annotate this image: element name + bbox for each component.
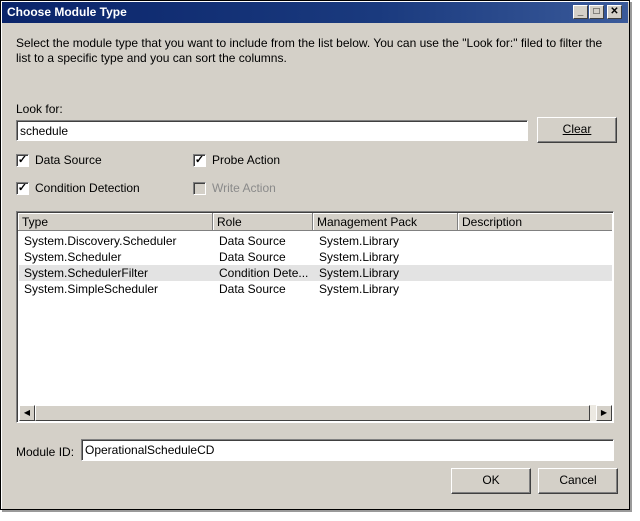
look-for-input[interactable]: schedule (16, 120, 528, 141)
cell-management-pack: System.Library (319, 250, 400, 264)
module-id-input[interactable]: OperationalScheduleCD (81, 439, 614, 461)
checkmark-icon: ✓ (193, 154, 206, 167)
arrow-left-icon: ◀ (23, 408, 31, 417)
cell-management-pack: System.Library (319, 266, 400, 280)
title-bar[interactable]: Choose Module Type _ □ ✕ (2, 2, 628, 23)
column-header-role[interactable]: Role (213, 213, 313, 231)
cell-type: System.Scheduler (24, 250, 122, 264)
cancel-button-label: Cancel (559, 473, 597, 487)
module-type-list[interactable]: Type Role Management Pack Description Sy… (16, 211, 614, 423)
column-header-management-pack[interactable]: Management Pack (313, 213, 458, 231)
checkmark-icon: ✓ (16, 154, 29, 167)
close-button[interactable]: ✕ (607, 5, 622, 19)
minimize-icon: _ (577, 6, 584, 17)
column-header-description[interactable]: Description (458, 213, 612, 231)
arrow-right-icon: ▶ (600, 408, 608, 417)
horizontal-scrollbar[interactable]: ◀ ▶ (19, 405, 612, 421)
cancel-button[interactable]: Cancel (538, 468, 618, 494)
minimize-button[interactable]: _ (573, 5, 588, 19)
cell-type: System.SchedulerFilter (24, 266, 149, 280)
maximize-button[interactable]: □ (589, 5, 604, 19)
instructions-text: Select the module type that you want to … (16, 36, 603, 65)
cell-management-pack: System.Library (319, 234, 400, 248)
ok-button-label: OK (482, 473, 500, 487)
unchecked-box-icon (193, 182, 206, 195)
cell-type: System.Discovery.Scheduler (24, 234, 177, 248)
condition-detection-label: Condition Detection (35, 181, 140, 195)
module-id-label: Module ID: (16, 445, 75, 459)
scroll-left-button[interactable]: ◀ (19, 405, 35, 421)
window-title: Choose Module Type (7, 5, 127, 19)
maximize-icon: □ (593, 6, 600, 17)
data-source-label: Data Source (35, 153, 102, 167)
close-icon: ✕ (610, 6, 619, 17)
cell-role: Data Source (219, 234, 286, 248)
cell-management-pack: System.Library (319, 282, 400, 296)
table-row[interactable]: System.Discovery.Scheduler Data Source S… (19, 233, 612, 249)
write-action-label: Write Action (212, 181, 276, 195)
probe-action-label: Probe Action (212, 153, 281, 167)
look-for-label: Look for: (16, 102, 63, 116)
cell-role: Data Source (219, 282, 286, 296)
table-row[interactable]: System.Scheduler Data Source System.Libr… (19, 249, 612, 265)
scroll-right-button[interactable]: ▶ (596, 405, 612, 421)
cell-role: Data Source (219, 250, 286, 264)
cell-type: System.SimpleScheduler (24, 282, 159, 296)
table-row-selected[interactable]: System.SchedulerFilter Condition Dete...… (19, 265, 612, 281)
cell-role: Condition Dete... (219, 266, 309, 280)
dialog-window: Choose Module Type _ □ ✕ Select the modu… (0, 0, 630, 510)
checkmark-icon: ✓ (16, 182, 29, 195)
clear-button-label: Clear (562, 122, 592, 136)
column-header-type[interactable]: Type (18, 213, 213, 231)
ok-button[interactable]: OK (451, 468, 531, 494)
table-row[interactable]: System.SimpleScheduler Data Source Syste… (19, 281, 612, 297)
clear-button[interactable]: Clear (537, 117, 617, 143)
scrollbar-thumb[interactable] (35, 405, 590, 421)
